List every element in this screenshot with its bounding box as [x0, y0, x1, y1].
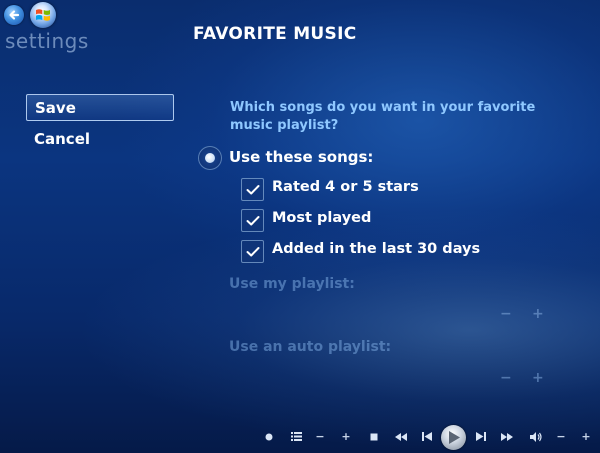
most-played-checkbox[interactable]	[241, 209, 264, 232]
use-songs-label: Use these songs:	[229, 148, 374, 166]
record-button[interactable]	[263, 429, 275, 445]
stop-icon	[370, 433, 378, 441]
checkmark-icon	[246, 185, 260, 195]
playlist-icon	[290, 432, 302, 441]
play-icon	[449, 431, 460, 444]
playlist-next-button[interactable]: +	[532, 306, 544, 322]
stop-button[interactable]	[368, 429, 380, 445]
use-auto-playlist-option[interactable]: Use an auto playlist:	[229, 339, 391, 355]
checkmark-icon	[246, 247, 260, 257]
most-played-label: Most played	[272, 210, 372, 226]
volume-down-button[interactable]: −	[555, 429, 567, 445]
windows-start-orb[interactable]	[30, 2, 56, 28]
fast-forward-button[interactable]	[500, 429, 514, 445]
use-songs-radio[interactable]	[198, 146, 222, 170]
back-button[interactable]	[4, 5, 24, 25]
rated-label: Rated 4 or 5 stars	[272, 179, 419, 195]
previous-icon	[422, 432, 432, 441]
radio-selected-dot	[205, 153, 215, 163]
page-title: FAVORITE MUSIC	[193, 24, 357, 44]
next-button[interactable]	[475, 429, 487, 445]
playlist-button[interactable]	[289, 429, 303, 445]
play-button[interactable]	[441, 425, 466, 450]
recently-added-label: Added in the last 30 days	[272, 241, 481, 257]
previous-button[interactable]	[421, 429, 433, 445]
channel-plus-button[interactable]: +	[340, 429, 352, 445]
question-text: Which songs do you want in your favorite…	[230, 100, 536, 133]
rewind-button[interactable]	[394, 429, 408, 445]
use-my-playlist-option[interactable]: Use my playlist:	[229, 276, 355, 292]
rewind-icon	[395, 433, 407, 441]
save-button[interactable]: Save	[26, 94, 174, 121]
auto-playlist-prev-button[interactable]: −	[500, 370, 512, 386]
playlist-prev-button[interactable]: −	[500, 306, 512, 322]
checkmark-icon	[246, 216, 260, 226]
recently-added-checkbox[interactable]	[241, 240, 264, 263]
volume-up-button[interactable]: +	[580, 429, 592, 445]
record-icon	[265, 433, 273, 441]
channel-minus-button[interactable]: −	[314, 429, 326, 445]
cancel-button[interactable]: Cancel	[26, 126, 174, 153]
windows-logo-icon	[36, 9, 50, 21]
section-title: settings	[5, 29, 89, 53]
fast-forward-icon	[501, 433, 513, 441]
back-arrow-icon	[9, 10, 20, 20]
next-icon	[476, 432, 486, 441]
mute-button[interactable]	[529, 429, 543, 445]
rated-checkbox[interactable]	[241, 178, 264, 201]
volume-icon	[530, 432, 542, 442]
auto-playlist-next-button[interactable]: +	[532, 370, 544, 386]
